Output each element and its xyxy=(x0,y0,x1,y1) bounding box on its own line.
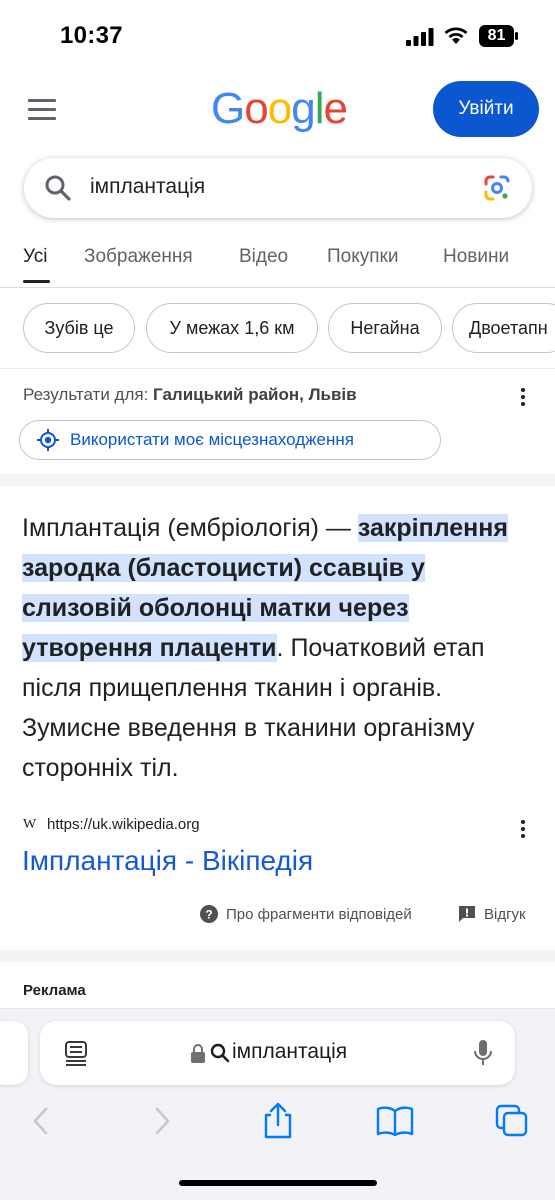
use-location-label: Використати моє місцезнаходження xyxy=(70,430,354,449)
filter-chip[interactable]: Негайна xyxy=(328,303,442,353)
active-tab-indicator xyxy=(23,280,50,283)
status-bar: 10:37 81 xyxy=(0,0,555,70)
location-place: Галицький район, Львів xyxy=(153,385,357,404)
location-info: Результати для: Галицький район, Львів xyxy=(23,385,357,405)
previous-tab-card[interactable] xyxy=(0,1021,28,1085)
wifi-icon xyxy=(444,27,468,44)
wikipedia-favicon: W xyxy=(23,816,37,832)
result-title-link[interactable]: Імплантація - Вікіпедія xyxy=(22,845,313,877)
logo-letter: e xyxy=(323,84,348,133)
use-location-button[interactable]: Використати моє місцезнаходження xyxy=(19,420,441,460)
logo-letter: G xyxy=(211,84,245,133)
feedback-icon xyxy=(459,906,475,922)
search-tabs: Усі Зображення Відео Покупки Новини xyxy=(0,240,555,288)
share-icon[interactable] xyxy=(261,1101,295,1139)
lock-icon xyxy=(191,1044,205,1063)
ad-label: Реклама xyxy=(23,982,86,999)
featured-snippet: Імплантація (ембріологія) — закріплення … xyxy=(22,508,532,788)
more-options-icon[interactable] xyxy=(520,820,526,840)
tab-images[interactable]: Зображення xyxy=(84,246,193,268)
status-time: 10:37 xyxy=(60,22,123,49)
search-box[interactable]: імплантація xyxy=(24,158,532,218)
logo-letter: o xyxy=(244,84,269,133)
about-snippets-label: Про фрагменти відповідей xyxy=(226,905,412,923)
feedback-label: Відгук xyxy=(484,905,526,923)
filter-chip[interactable]: Зубів це xyxy=(23,303,135,353)
section-separator xyxy=(0,474,555,486)
divider xyxy=(0,368,555,369)
snippet-lead: Імплантація (ембріологія) — xyxy=(22,514,351,542)
about-snippets-link[interactable]: ? Про фрагменти відповідей xyxy=(200,905,412,923)
filter-chip[interactable]: Двоетапн xyxy=(452,303,555,353)
help-icon: ? xyxy=(200,905,218,923)
battery-level: 81 xyxy=(487,27,506,44)
back-icon[interactable] xyxy=(25,1104,59,1138)
result-source[interactable]: W https://uk.wikipedia.org xyxy=(23,816,200,833)
forward-icon[interactable] xyxy=(144,1104,178,1138)
tabs-icon[interactable] xyxy=(495,1104,529,1138)
svg-text:?: ? xyxy=(205,908,212,922)
feedback-link[interactable]: Відгук xyxy=(458,905,526,923)
microphone-icon[interactable] xyxy=(474,1039,492,1067)
more-options-icon[interactable] xyxy=(520,388,526,408)
tab-video[interactable]: Відео xyxy=(239,246,288,268)
home-indicator xyxy=(179,1180,377,1186)
tab-news[interactable]: Новини xyxy=(443,246,509,268)
bookmarks-icon[interactable] xyxy=(376,1104,414,1138)
signin-button[interactable]: Увійти xyxy=(433,81,539,137)
google-logo[interactable]: Google xyxy=(211,84,348,134)
tab-shopping[interactable]: Покупки xyxy=(327,246,398,268)
logo-letter: g xyxy=(291,84,316,133)
address-text[interactable]: імплантація xyxy=(232,1040,347,1064)
battery-icon: 81 xyxy=(479,25,519,47)
search-icon xyxy=(210,1043,230,1063)
search-icon[interactable] xyxy=(44,174,72,202)
result-url[interactable]: https://uk.wikipedia.org xyxy=(47,816,200,833)
search-input[interactable]: імплантація xyxy=(90,175,205,199)
filter-chip[interactable]: У межах 1,6 км xyxy=(146,303,318,353)
logo-letter: o xyxy=(267,84,293,133)
location-target-icon xyxy=(37,429,59,451)
cellular-signal-icon xyxy=(406,28,434,46)
tab-all[interactable]: Усі xyxy=(23,246,48,268)
page-menu-icon[interactable] xyxy=(64,1041,88,1067)
address-bar[interactable]: імплантація xyxy=(40,1021,515,1085)
browser-toolbar: імплантація xyxy=(0,1008,555,1200)
google-lens-icon[interactable] xyxy=(483,174,511,202)
section-separator xyxy=(0,950,555,962)
location-prefix: Результати для: xyxy=(23,385,149,404)
hamburger-icon[interactable] xyxy=(28,99,56,121)
